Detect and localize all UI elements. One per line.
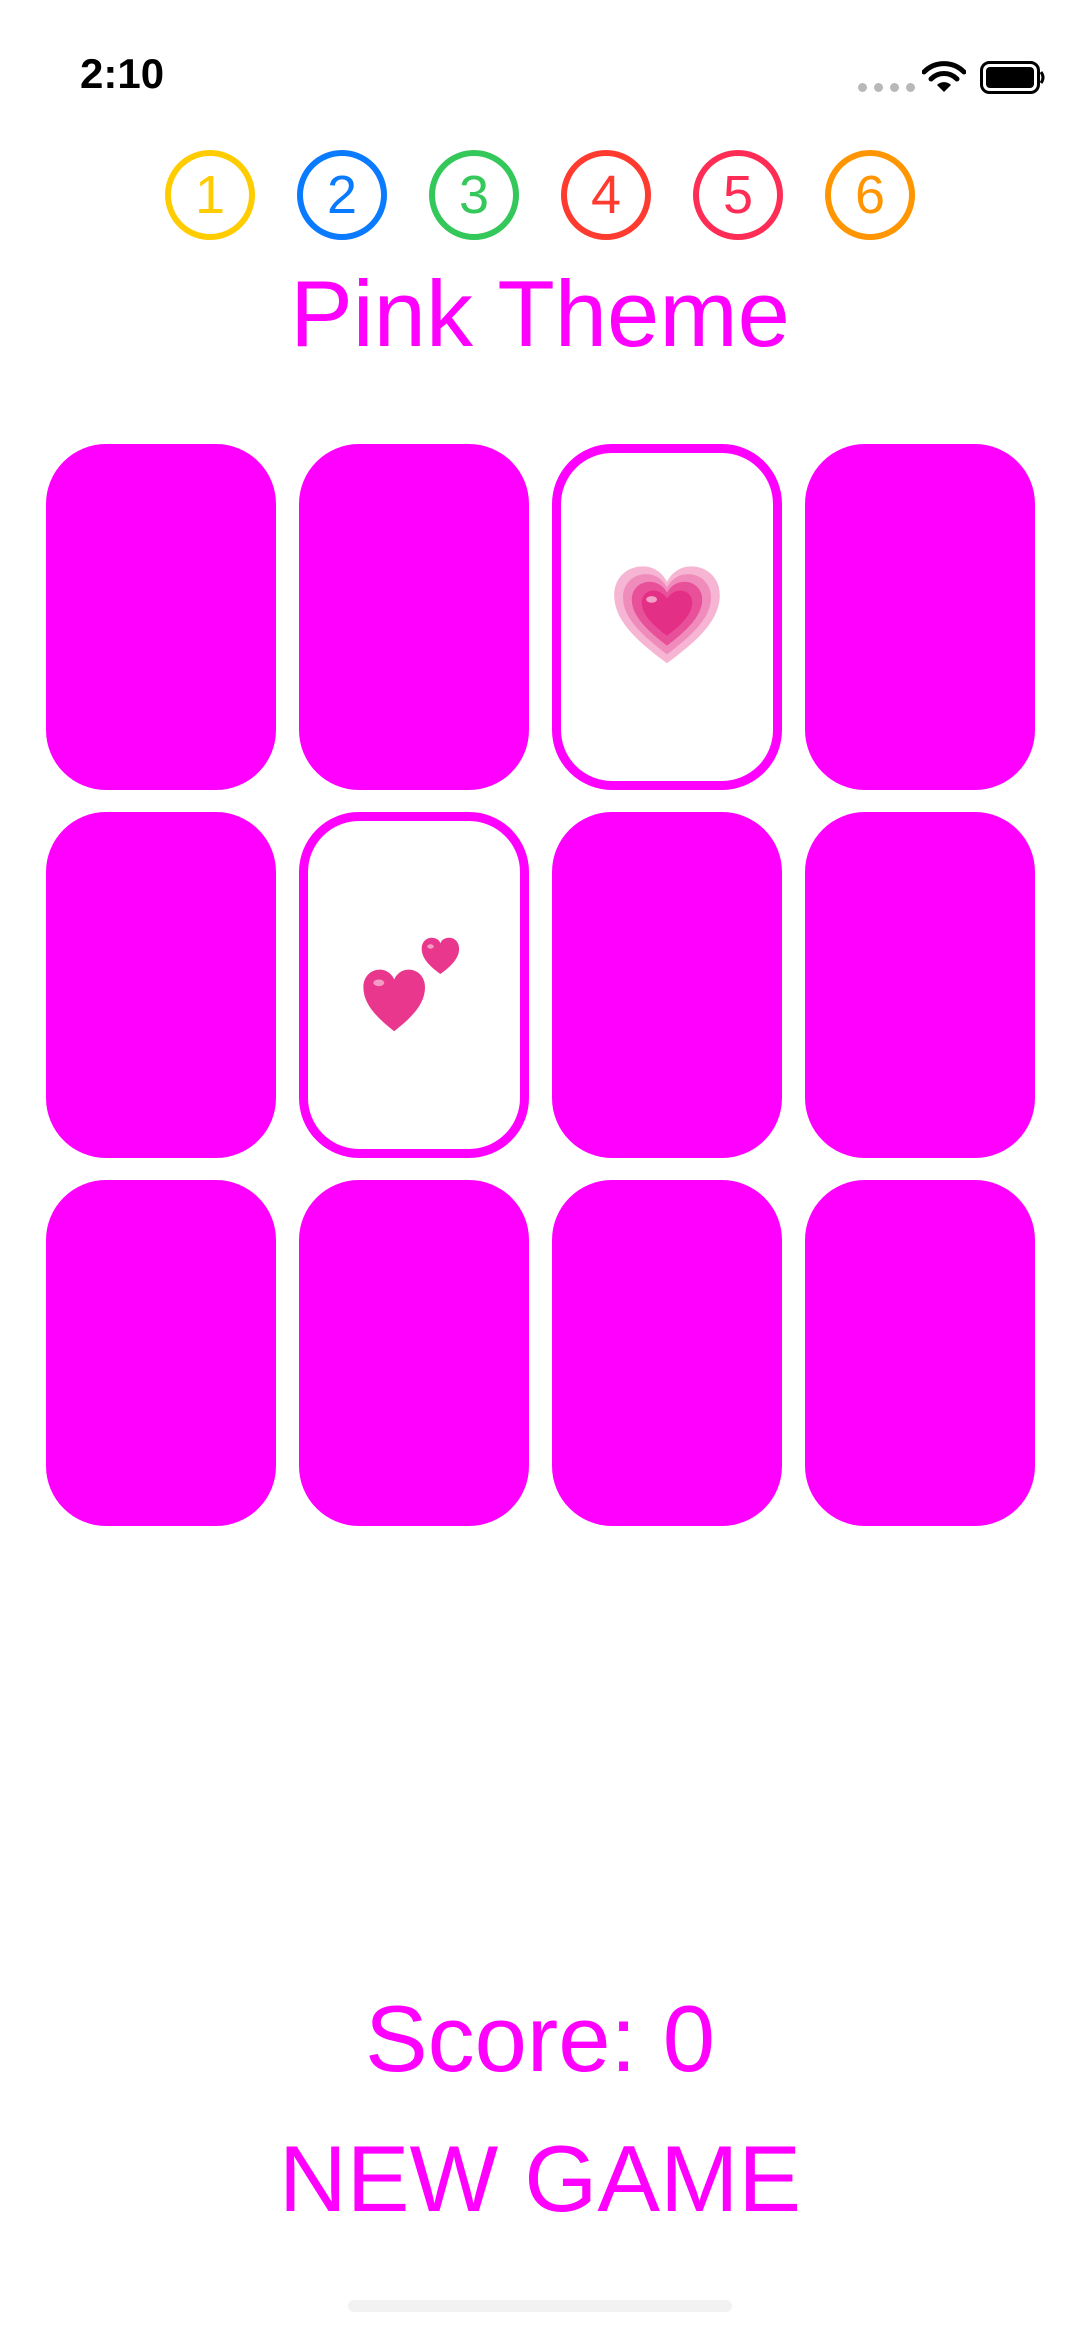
battery-icon (980, 61, 1045, 94)
theme-button-6[interactable]: 6 (825, 150, 915, 240)
theme-title: Pink Theme (290, 261, 790, 366)
theme-selector: 1 2 3 4 5 6 (0, 150, 1080, 240)
card-7[interactable] (552, 812, 782, 1158)
card-6[interactable] (299, 812, 529, 1158)
status-time: 2:10 (80, 50, 165, 97)
card-9[interactable] (46, 1180, 276, 1526)
score-label: Score: 0 (364, 1986, 716, 2091)
theme-button-1[interactable]: 1 (165, 150, 255, 240)
card-3[interactable] (552, 444, 782, 790)
screen: 2:10 1 2 3 4 5 6 Pink Theme Score: 0 NEW… (0, 0, 1080, 2340)
home-indicator[interactable] (348, 2300, 732, 2312)
card-5[interactable] (46, 812, 276, 1158)
theme-button-5[interactable]: 5 (693, 150, 783, 240)
wifi-icon (922, 61, 966, 92)
card-4[interactable] (805, 444, 1035, 790)
growing-heart-icon (614, 566, 720, 664)
two-hearts-icon (363, 937, 460, 1032)
new-game-button[interactable]: NEW GAME (0, 2125, 1080, 2233)
card-1[interactable] (46, 444, 276, 790)
card-10[interactable] (299, 1180, 529, 1526)
theme-button-3[interactable]: 3 (429, 150, 519, 240)
card-8[interactable] (805, 812, 1035, 1158)
theme-button-2[interactable]: 2 (297, 150, 387, 240)
cellular-signal-icon (858, 83, 915, 92)
card-12[interactable] (805, 1180, 1035, 1526)
card-11[interactable] (552, 1180, 782, 1526)
theme-button-4[interactable]: 4 (561, 150, 651, 240)
card-2[interactable] (299, 444, 529, 790)
